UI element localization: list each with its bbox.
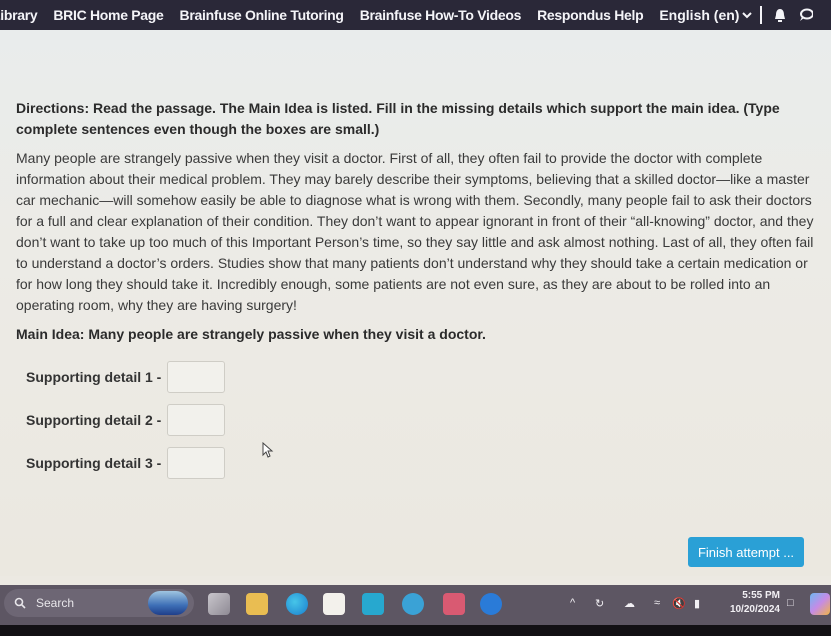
microsoft-store-icon[interactable] xyxy=(323,593,345,615)
system-clock[interactable]: 5:55 PM 10/20/2024 xyxy=(716,589,780,617)
detail-3-input[interactable] xyxy=(167,447,226,479)
top-navigation: Library BRIC Home Page Brainfuse Online … xyxy=(0,0,831,30)
detail-label: Supporting detail 1 - xyxy=(26,369,162,385)
language-selector[interactable]: English (en) xyxy=(659,7,753,23)
nav-link-bric-home[interactable]: BRIC Home Page xyxy=(53,7,163,23)
taskbar: Search ^ ↻ ☁ ≈ 🔇 ▮ 5:55 PM 10/20/2024 □ xyxy=(0,585,831,625)
app-tile-icon[interactable] xyxy=(362,593,384,615)
help-icon[interactable] xyxy=(402,593,424,615)
search-label: Search xyxy=(36,596,75,610)
supporting-detail-1: Supporting detail 1 - xyxy=(26,361,226,393)
nav-link-brainfuse-videos[interactable]: Brainfuse How-To Videos xyxy=(360,7,522,23)
screen-bezel xyxy=(0,625,831,636)
battery-icon[interactable]: ▮ xyxy=(694,597,700,610)
clock-time: 5:55 PM xyxy=(742,590,780,601)
file-explorer-icon[interactable] xyxy=(246,593,268,615)
finish-attempt-button[interactable]: Finish attempt ... xyxy=(688,537,804,567)
search-highlight-icon xyxy=(148,591,188,615)
facebook-icon[interactable] xyxy=(480,593,502,615)
chevron-down-icon xyxy=(742,12,753,19)
nav-link-brainfuse-tutoring[interactable]: Brainfuse Online Tutoring xyxy=(180,7,344,23)
copilot-icon[interactable] xyxy=(810,593,830,615)
mute-icon[interactable]: 🔇 xyxy=(672,597,686,610)
sync-icon[interactable]: ↻ xyxy=(595,597,604,610)
detail-2-input[interactable] xyxy=(167,404,226,436)
chevron-up-icon[interactable]: ^ xyxy=(570,597,575,609)
supporting-detail-2: Supporting detail 2 - xyxy=(26,404,226,436)
cloud-icon[interactable]: ☁ xyxy=(624,597,635,610)
search-icon xyxy=(14,597,26,609)
detail-label: Supporting detail 2 - xyxy=(26,412,162,428)
main-idea-text: Main Idea: Many people are strangely pas… xyxy=(16,326,486,342)
task-view-icon[interactable] xyxy=(208,593,230,615)
edge-icon[interactable] xyxy=(286,593,308,615)
question-content: Directions: Read the passage. The Main I… xyxy=(16,98,816,342)
detail-label: Supporting detail 3 - xyxy=(26,455,162,471)
taskbar-search[interactable]: Search xyxy=(4,589,194,617)
supporting-detail-3: Supporting detail 3 - xyxy=(26,447,226,479)
nav-divider xyxy=(760,6,763,24)
nav-link-respondus-help[interactable]: Respondus Help xyxy=(537,7,644,23)
mouse-cursor-icon xyxy=(262,442,274,458)
language-label: English (en) xyxy=(659,7,740,23)
notification-icon[interactable]: □ xyxy=(787,597,794,609)
wifi-icon[interactable]: ≈ xyxy=(654,597,660,609)
bell-icon[interactable] xyxy=(772,7,788,23)
mcafee-icon[interactable] xyxy=(443,593,465,615)
detail-1-input[interactable] xyxy=(167,361,226,393)
nav-link-library[interactable]: Library xyxy=(0,7,38,23)
chat-icon[interactable] xyxy=(798,7,814,23)
directions-text: Directions: Read the passage. The Main I… xyxy=(16,100,780,137)
clock-date: 10/20/2024 xyxy=(729,604,780,615)
passage-text: Many people are strangely passive when t… xyxy=(16,150,814,313)
